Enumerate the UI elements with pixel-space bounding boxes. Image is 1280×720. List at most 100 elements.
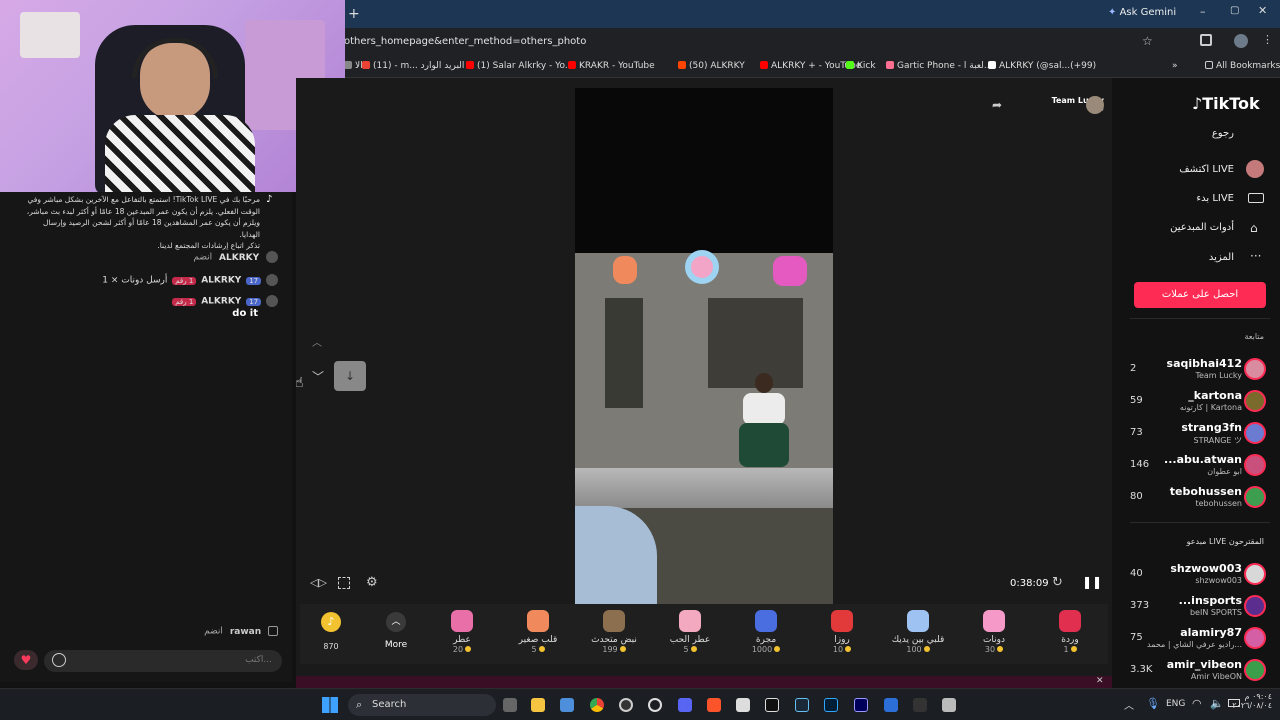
gift-name: نبض متحدث — [591, 635, 637, 645]
gift-item[interactable]: عطر 20 — [432, 608, 492, 654]
maximize-button[interactable]: ▢ — [1230, 5, 1239, 16]
refresh-icon[interactable]: ↻ — [1052, 575, 1063, 590]
emoji-icon[interactable] — [52, 653, 66, 667]
tiktok-note-icon: ♪ — [1192, 94, 1203, 113]
bookmark-item[interactable]: (50) ALKRKY — [678, 61, 745, 71]
chat-input[interactable]: اكتب... — [44, 650, 282, 672]
profile-avatar[interactable] — [1234, 34, 1248, 48]
task-view-icon[interactable] — [503, 698, 517, 712]
app-icon-dark[interactable] — [913, 698, 927, 712]
join-icon — [268, 626, 278, 636]
discord-icon[interactable] — [678, 698, 692, 712]
bookmark-item[interactable]: الا — [344, 61, 363, 71]
gift-item[interactable]: وردة 1 — [1040, 608, 1100, 654]
app-icon[interactable] — [736, 698, 750, 712]
host-avatar[interactable] — [1086, 96, 1104, 114]
gift-item[interactable]: نبض متحدث 199 — [584, 608, 644, 654]
foil-floor — [575, 468, 833, 508]
viewer-count: 40 — [1130, 568, 1143, 579]
app-icon-blue[interactable] — [884, 698, 898, 712]
volume-icon[interactable]: ◁▷ — [310, 576, 327, 589]
gift-item[interactable]: دونات 30 — [964, 608, 1024, 654]
gift-item[interactable]: قلبي بين يديك 100 — [888, 608, 948, 654]
more-bookmarks-icon[interactable]: » — [1172, 61, 1178, 71]
file-explorer-icon[interactable] — [531, 698, 545, 712]
jump-latest-button[interactable]: ↓ — [334, 361, 366, 391]
bookmark-item[interactable]: Kick — [846, 61, 876, 71]
gift-name: قلبي بين يديك — [891, 635, 945, 645]
minimize-button[interactable]: – — [1200, 5, 1206, 18]
settings-gear-icon[interactable]: ⚙ — [366, 575, 378, 590]
creator-avatar — [1244, 627, 1266, 649]
creator-item[interactable]: 40 shzwow003 shzwow003 — [1130, 560, 1270, 590]
pause-icon[interactable]: ❚❚ — [1082, 575, 1102, 589]
capcut-icon[interactable] — [765, 698, 779, 712]
coin-balance[interactable]: ♪ 870 — [312, 612, 350, 651]
viewer-count: 59 — [1130, 395, 1143, 406]
wifi-icon[interactable]: ◠ — [1192, 697, 1202, 710]
creator-item[interactable]: 2 saqibhai412 Team Lucky — [1130, 355, 1270, 385]
creator-handle: ...insports — [1178, 594, 1242, 607]
play-button-plaque — [20, 12, 80, 58]
brave-icon[interactable] — [707, 698, 721, 712]
creator-item[interactable]: 73 strang3fn STRANGE ツ — [1130, 419, 1270, 449]
close-banner-icon[interactable]: ✕ — [1096, 676, 1104, 686]
menu-icon[interactable]: ⋮ — [1262, 33, 1273, 46]
bookmark-item[interactable]: KRAKR - YouTube — [568, 61, 655, 71]
ask-gemini-button[interactable]: ✦ Ask Gemini — [1108, 7, 1176, 18]
gift-item[interactable]: روزا 10 — [812, 608, 872, 654]
close-window-button[interactable]: ✕ — [1258, 4, 1267, 17]
more-link[interactable]: المزيد — [1209, 252, 1234, 263]
taskbar-search[interactable]: ⌕ Search — [348, 694, 496, 716]
url-field[interactable]: others_homepage&enter_method=others_phot… — [344, 36, 586, 47]
creator-item[interactable]: 80 tebohussen tebohussen — [1130, 483, 1270, 513]
share-icon[interactable]: ➦ — [992, 98, 1002, 112]
get-coins-button[interactable]: احصل على عملات — [1134, 282, 1266, 308]
store-icon[interactable] — [560, 698, 574, 712]
windows-start-icon[interactable] — [322, 697, 338, 713]
settings-taskbar-icon[interactable] — [648, 698, 662, 712]
like-heart-button[interactable]: ♥ — [14, 650, 38, 670]
gift-item[interactable]: قلب صغير 5 — [508, 608, 568, 654]
coin-icon — [997, 646, 1004, 652]
gift-item[interactable]: عطر الحب 5 — [660, 608, 720, 654]
back-link[interactable]: رجوع — [1212, 128, 1234, 139]
creator-item[interactable]: 75 alamiry87 راديو عرفي الشاي | محمد... — [1130, 624, 1270, 654]
go-live-link[interactable]: بدء LIVE — [1196, 193, 1234, 204]
bookmark-item[interactable]: ALKRKY (@sal...(+99) — [988, 61, 1096, 71]
chrome-icon[interactable] — [590, 698, 604, 712]
bookmark-star-icon[interactable]: ☆ — [1142, 34, 1153, 48]
steam-icon[interactable] — [795, 698, 809, 712]
more-gifts-button[interactable]: ︿ More — [380, 612, 412, 650]
language-indicator[interactable]: ENG — [1166, 699, 1185, 709]
explore-live-link[interactable]: اكتشف LIVE — [1179, 164, 1234, 175]
live-video[interactable] — [575, 88, 833, 604]
tray-chevron-icon[interactable]: ︿ — [1124, 697, 1134, 712]
creator-item[interactable]: 59 _kartona كارتونه | Kartona — [1130, 387, 1270, 417]
premiere-icon[interactable] — [854, 698, 868, 712]
bookmark-item[interactable]: (11) - m... البريد الوارد — [362, 61, 464, 71]
level-badge: 17 — [246, 276, 262, 285]
creator-item[interactable]: 373 ...insports beIN SPORTS — [1130, 592, 1270, 622]
creator-item[interactable]: 146 ...abu.atwan ابو عطوان — [1130, 451, 1270, 481]
scroll-up-icon[interactable]: ︿ — [312, 334, 322, 349]
explore-live-avatar[interactable] — [1246, 160, 1264, 178]
bookmark-item[interactable]: (1) Salar Alkrky - Yo... — [466, 61, 573, 71]
scroll-down-icon[interactable]: ﹀ — [312, 368, 324, 385]
gift-item[interactable]: مجرة 1000 — [736, 608, 796, 654]
extensions-icon[interactable] — [1200, 34, 1212, 46]
creator-item[interactable]: 3.3K amir_vibeon Amir VibeON — [1130, 656, 1270, 686]
creator-display-name: STRANGE ツ — [1193, 436, 1242, 445]
mic-icon[interactable]: 🎙 — [1146, 697, 1160, 710]
tiktok-logo[interactable]: ♪TikTok — [1192, 94, 1260, 113]
bookmark-item[interactable]: Gartic Phone - لعبة ا... — [886, 61, 992, 71]
volume-tray-icon[interactable]: 🔈 — [1210, 697, 1224, 710]
clock[interactable]: ٠٩:٠٤ م ٢٠٢٦/٠٨/٠٤ — [1228, 692, 1272, 710]
obs-icon[interactable] — [619, 698, 633, 712]
app-icon-grid[interactable] — [942, 698, 956, 712]
all-bookmarks[interactable]: All Bookmarks — [1205, 61, 1280, 71]
photoshop-icon[interactable] — [824, 698, 838, 712]
fullscreen-icon[interactable] — [338, 577, 350, 589]
creator-tools-link[interactable]: أدوات المبدعين — [1170, 222, 1234, 233]
new-tab-button[interactable]: + — [348, 6, 360, 22]
